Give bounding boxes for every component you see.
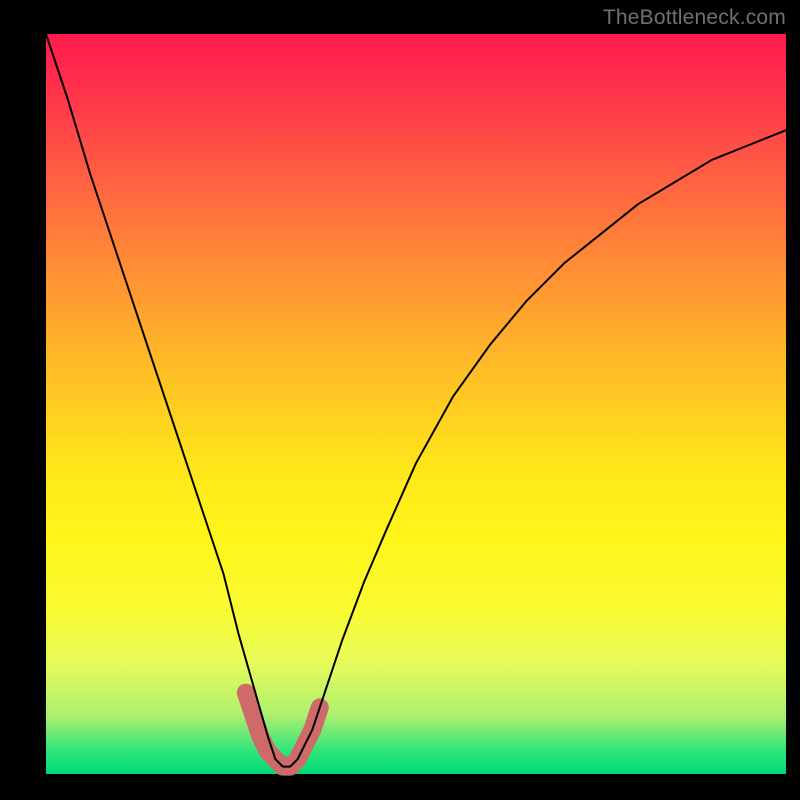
highlight-near-minimum (246, 693, 320, 767)
chart-frame: TheBottleneck.com (0, 0, 800, 800)
chart-svg (46, 34, 786, 774)
bottleneck-curve (46, 34, 786, 767)
watermark-text: TheBottleneck.com (603, 6, 786, 30)
